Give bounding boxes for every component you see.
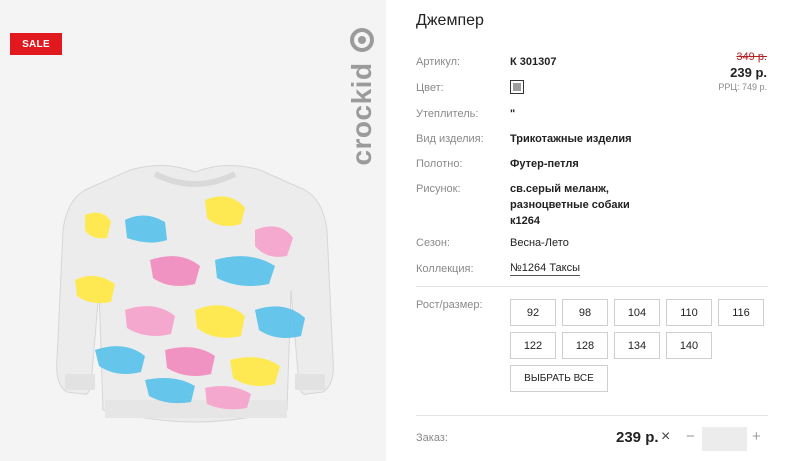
insulation-label: Утеплитель:	[416, 108, 479, 120]
size-label: Рост/размер:	[416, 299, 483, 311]
pattern-value: св.серый меланж, разноцветные собаки к12…	[510, 183, 630, 227]
pattern-label: Рисунок:	[416, 183, 461, 195]
current-price: 239 р.	[730, 65, 767, 80]
product-type-label: Вид изделия:	[416, 133, 484, 145]
quantity-input[interactable]	[702, 427, 747, 451]
season-value: Весна-Лето	[510, 237, 569, 249]
size-option[interactable]: 122	[510, 332, 556, 359]
collection-label: Коллекция:	[416, 263, 474, 275]
jumper-image	[56, 164, 334, 423]
article-label: Артикул:	[416, 56, 461, 68]
product-type-value: Трикотажные изделия	[510, 133, 632, 145]
order-price: 239 р.	[616, 429, 659, 446]
decrease-quantity-button[interactable]: −	[686, 428, 695, 445]
divider	[416, 415, 768, 416]
collection-value: №1264 Таксы	[510, 260, 581, 276]
old-price: 349 р.	[736, 51, 767, 63]
season-label: Сезон:	[416, 237, 450, 249]
size-option[interactable]: 140	[666, 332, 712, 359]
order-label: Заказ:	[416, 432, 448, 444]
brand-logo: crockid	[342, 22, 382, 166]
collection-link[interactable]: №1264 Таксы	[510, 262, 581, 276]
insulation-value: "	[510, 108, 516, 120]
product-image-panel[interactable]: SALE crockid	[0, 0, 386, 461]
size-option[interactable]: 92	[510, 299, 556, 326]
brand-name: crockid	[346, 62, 377, 166]
sale-badge: SALE	[10, 33, 62, 55]
divider	[416, 286, 768, 287]
size-option[interactable]: 104	[614, 299, 660, 326]
article-value: К 301307	[510, 56, 557, 68]
size-option[interactable]: 128	[562, 332, 608, 359]
size-option[interactable]: 116	[718, 299, 764, 326]
size-option[interactable]: 134	[614, 332, 660, 359]
page-title: Джемпер	[416, 12, 484, 29]
recommended-price: РРЦ: 749 р.	[718, 82, 767, 92]
color-label: Цвет:	[416, 82, 444, 94]
fabric-value: Футер-петля	[510, 158, 579, 170]
fabric-label: Полотно:	[416, 158, 463, 170]
size-option[interactable]: 110	[666, 299, 712, 326]
color-swatch[interactable]	[510, 80, 524, 94]
remove-icon[interactable]: ×	[661, 428, 670, 446]
select-all-button[interactable]: ВЫБРАТЬ ВСЕ	[510, 365, 608, 392]
size-option[interactable]: 98	[562, 299, 608, 326]
brand-logo-icon	[350, 28, 374, 52]
increase-quantity-button[interactable]: +	[752, 428, 761, 445]
